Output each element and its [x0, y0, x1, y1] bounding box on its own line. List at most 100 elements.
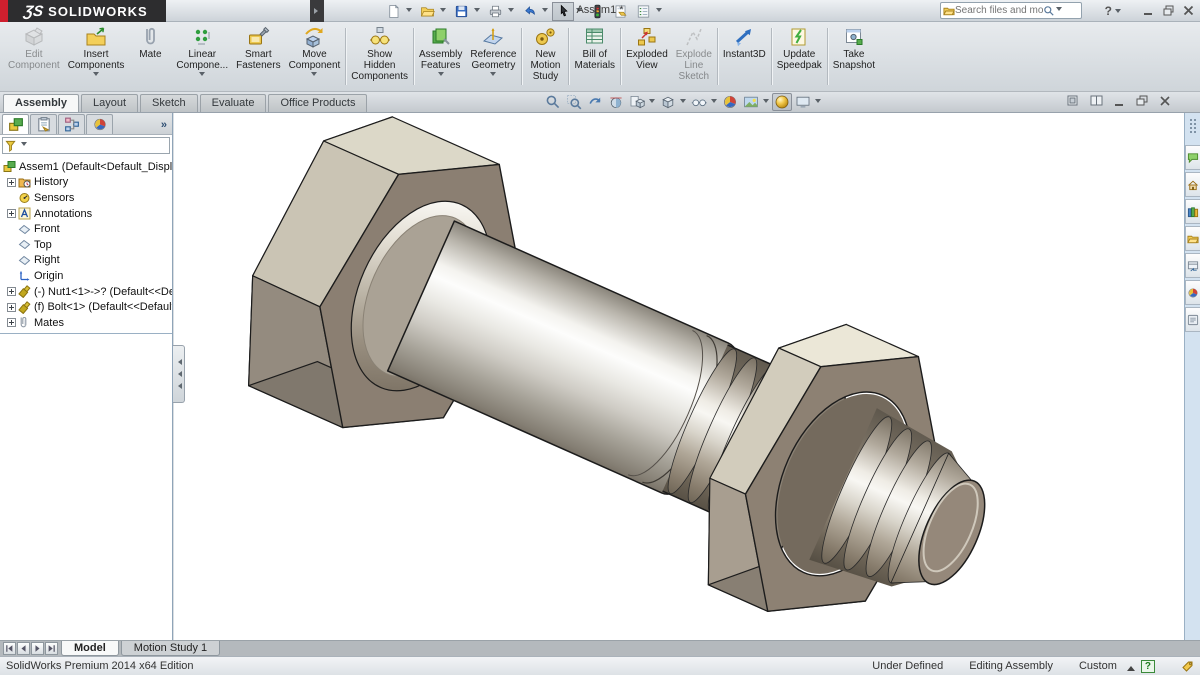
section-view-icon[interactable] — [606, 93, 626, 111]
tree-item-top-plane[interactable]: Top — [0, 237, 172, 253]
tab-evaluate[interactable]: Evaluate — [200, 94, 267, 112]
task-pane-grip[interactable] — [1190, 119, 1196, 133]
reference-geometry-button[interactable]: Reference Geometry — [466, 23, 520, 90]
zoom-to-area-icon[interactable] — [564, 93, 584, 111]
doc-cascade-icon[interactable] — [1067, 95, 1080, 107]
minimize-icon[interactable] — [1143, 5, 1154, 16]
tree-item-annotations[interactable]: Annotations — [0, 206, 172, 222]
tab-assembly[interactable]: Assembly — [3, 94, 79, 112]
view-orientation-icon[interactable] — [627, 93, 647, 111]
edit-appearance-icon[interactable] — [720, 93, 740, 111]
previous-view-icon[interactable] — [585, 93, 605, 111]
tree-item-right-plane[interactable]: Right — [0, 253, 172, 269]
tree-pane-split[interactable] — [0, 333, 172, 334]
camera-options-icon[interactable] — [793, 93, 813, 111]
units-caret[interactable] — [1127, 662, 1135, 671]
tab-model[interactable]: Model — [61, 641, 119, 656]
update-speedpak-button[interactable]: Update Speedpak — [773, 23, 826, 90]
view-palette-button[interactable] — [1185, 253, 1200, 278]
show-hidden-components-button[interactable]: Show Hidden Components — [347, 23, 412, 90]
tree-filter-bar[interactable] — [2, 137, 170, 154]
search-box[interactable] — [940, 2, 1082, 19]
mate-button[interactable]: Mate — [128, 23, 172, 90]
doc-restore-icon[interactable] — [1136, 95, 1149, 107]
zoom-to-fit-icon[interactable] — [543, 93, 563, 111]
apply-scene-caret[interactable] — [763, 99, 769, 106]
doc-tile-icon[interactable] — [1090, 95, 1103, 107]
next-tab-icon[interactable] — [31, 642, 44, 655]
restore-icon[interactable] — [1163, 5, 1174, 16]
filter-dropdown-caret[interactable] — [21, 142, 27, 149]
tab-motion-study-1[interactable]: Motion Study 1 — [121, 641, 220, 656]
resources-button[interactable] — [1185, 172, 1200, 197]
new-motion-study-button[interactable]: New Motion Study — [523, 23, 567, 90]
doc-minimize-icon[interactable] — [1113, 95, 1126, 107]
search-dropdown-caret[interactable] — [1056, 7, 1062, 14]
last-tab-icon[interactable] — [45, 642, 58, 655]
reference-geometry-caret[interactable] — [490, 72, 496, 79]
apply-scene-icon[interactable] — [741, 93, 761, 111]
explode-line-sketch-button[interactable]: Explode Line Sketch — [672, 23, 716, 90]
tree-item-history[interactable]: History — [0, 175, 172, 191]
panel-splitter-handle[interactable] — [173, 345, 185, 403]
file-explorer-button[interactable] — [1185, 226, 1200, 251]
assembly-features-button[interactable]: Assembly Features — [415, 23, 466, 90]
take-snapshot-button[interactable]: Take Snapshot — [829, 23, 879, 90]
forum-button[interactable] — [1185, 145, 1200, 170]
insert-components-button[interactable]: Insert Components — [64, 23, 129, 90]
expand-icon[interactable] — [7, 178, 16, 187]
design-library-button[interactable] — [1185, 199, 1200, 224]
hide-show-items-icon[interactable] — [689, 93, 709, 111]
instant3d-button[interactable]: Instant3D — [719, 23, 770, 90]
expand-icon[interactable] — [7, 303, 16, 312]
assembly-features-caret[interactable] — [438, 72, 444, 79]
prev-tab-icon[interactable] — [17, 642, 30, 655]
smart-fasteners-button[interactable]: Smart Fasteners — [232, 23, 284, 90]
tree-item-assembly-root[interactable]: Assem1 (Default<Default_Display — [0, 159, 172, 175]
tree-item-mates[interactable]: Mates — [0, 315, 172, 331]
insert-components-caret[interactable] — [93, 72, 99, 79]
linear-component-pattern-button[interactable]: Linear Compone... — [172, 23, 232, 90]
first-tab-icon[interactable] — [3, 642, 16, 655]
bill-of-materials-button[interactable]: Bill of Materials — [570, 23, 619, 90]
tree-item-origin[interactable]: Origin — [0, 268, 172, 284]
search-input[interactable] — [955, 5, 1043, 16]
tab-office-products[interactable]: Office Products — [268, 94, 367, 112]
exploded-view-button[interactable]: Exploded View — [622, 23, 672, 90]
units-selector[interactable]: Custom — [1079, 660, 1117, 672]
feature-manager-tree-tab[interactable] — [2, 114, 29, 134]
tab-sketch[interactable]: Sketch — [140, 94, 198, 112]
linear-component-pattern-caret[interactable] — [199, 72, 205, 79]
camera-options-caret[interactable] — [815, 99, 821, 106]
hide-show-items-caret[interactable] — [711, 99, 717, 106]
expand-icon[interactable] — [7, 209, 16, 218]
view-settings-icon[interactable] — [772, 93, 792, 111]
bolt-nut-3d-model[interactable] — [174, 113, 1184, 640]
move-component-caret[interactable] — [311, 72, 317, 79]
tree-item-bolt1[interactable]: (f) Bolt<1> (Default<<Default — [0, 299, 172, 315]
expand-icon[interactable] — [7, 287, 16, 296]
display-style-caret[interactable] — [680, 99, 686, 106]
help-button[interactable]: ? — [1105, 4, 1112, 18]
property-manager-tab[interactable] — [30, 114, 57, 134]
configuration-manager-tab[interactable] — [58, 114, 85, 134]
help-dropdown-caret[interactable] — [1115, 9, 1121, 16]
doc-close-icon[interactable] — [1159, 95, 1172, 107]
graphics-viewport[interactable] — [174, 113, 1184, 640]
tab-layout[interactable]: Layout — [81, 94, 138, 112]
quick-tip-help-button[interactable]: ? — [1141, 660, 1155, 673]
tree-item-sensors[interactable]: Sensors — [0, 190, 172, 206]
search-icon[interactable] — [1043, 5, 1055, 17]
edit-component-button[interactable]: Edit Component — [4, 23, 64, 90]
expand-icon[interactable] — [7, 318, 16, 327]
tree-item-front-plane[interactable]: Front — [0, 221, 172, 237]
view-orientation-caret[interactable] — [649, 99, 655, 106]
appearances-button[interactable] — [1185, 280, 1200, 305]
tree-item-nut1[interactable]: (-) Nut1<1>->? (Default<<De — [0, 284, 172, 300]
display-style-icon[interactable] — [658, 93, 678, 111]
custom-properties-button[interactable] — [1185, 307, 1200, 332]
display-manager-tab[interactable] — [86, 114, 113, 134]
move-component-button[interactable]: Move Component — [285, 23, 345, 90]
tags-icon[interactable] — [1181, 660, 1194, 673]
close-icon[interactable] — [1183, 5, 1194, 16]
